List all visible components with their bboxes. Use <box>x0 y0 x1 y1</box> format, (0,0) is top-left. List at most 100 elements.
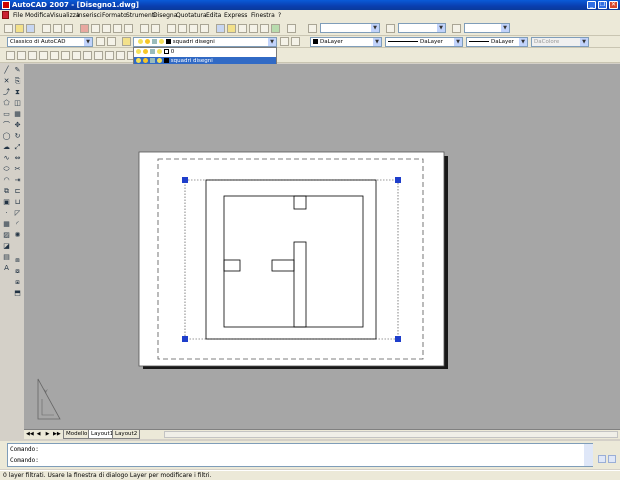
restore-button[interactable]: ❐ <box>598 1 607 9</box>
command-history[interactable]: Comando: Comando: <box>7 443 593 467</box>
polyline-icon[interactable]: ⤴ <box>2 88 11 97</box>
extend-icon[interactable]: ⇥ <box>13 176 22 185</box>
color-combo[interactable]: DaLayer ▼ <box>310 37 382 47</box>
menu-visualizza[interactable]: Visualizza <box>50 12 80 19</box>
command-maximize-icon[interactable] <box>598 455 606 463</box>
zoom-realtime-icon[interactable] <box>178 24 187 33</box>
snap-endpoint-icon[interactable] <box>28 51 37 60</box>
join-icon[interactable]: ⊔ <box>13 198 22 207</box>
copy-object-icon[interactable]: ⎘ <box>13 77 22 86</box>
menu-strumenti[interactable]: Strumenti <box>126 12 156 19</box>
snap-tangent-icon[interactable] <box>105 51 114 60</box>
grip-top-left[interactable] <box>182 177 188 183</box>
horizontal-scrollbar[interactable] <box>164 431 618 438</box>
menu-express[interactable]: Express <box>224 12 247 19</box>
snap-apparent-icon[interactable] <box>61 51 70 60</box>
layer-viewport-icon[interactable] <box>157 58 162 63</box>
dim-style-combo[interactable]: ▼ <box>398 23 446 33</box>
properties-icon[interactable] <box>216 24 225 33</box>
scale-icon[interactable]: ⤢ <box>13 143 22 152</box>
tool-palettes-icon[interactable] <box>238 24 247 33</box>
rectangle-icon[interactable]: ▭ <box>2 110 11 119</box>
arc-icon[interactable]: ⌒ <box>2 121 11 130</box>
markup-set-icon[interactable] <box>260 24 269 33</box>
block-editor-icon[interactable] <box>124 24 133 33</box>
draworder-back-icon[interactable]: ⧇ <box>13 267 22 276</box>
close-button[interactable]: ✕ <box>609 1 618 9</box>
draworder-icon[interactable]: ⧈ <box>13 256 22 265</box>
tab-prev-icon[interactable]: ◀ <box>35 431 42 438</box>
quickcalc-icon[interactable] <box>271 24 280 33</box>
layer-thaw-icon[interactable] <box>143 49 148 54</box>
draworder-front-icon[interactable]: ⧆ <box>13 278 22 287</box>
redo-icon[interactable] <box>151 24 160 33</box>
insert-block-icon[interactable]: ⧉ <box>2 187 11 196</box>
circle-icon[interactable]: ◯ <box>2 132 11 141</box>
sheet-set-icon[interactable] <box>249 24 258 33</box>
menu-disegna[interactable]: Disegna <box>153 12 177 19</box>
menu-formato[interactable]: Formato <box>102 12 127 19</box>
snap-midpoint-icon[interactable] <box>39 51 48 60</box>
help-icon[interactable] <box>287 24 296 33</box>
menu-inserisci[interactable]: Inserisci <box>77 12 102 19</box>
layer-manager-icon[interactable] <box>122 37 131 46</box>
paste-icon[interactable] <box>102 24 111 33</box>
tab-layout2[interactable]: Layout2 <box>112 430 141 439</box>
tab-first-icon[interactable]: ◀◀ <box>26 431 34 438</box>
menu-help[interactable]: ? <box>278 12 281 19</box>
text-style-icon[interactable] <box>308 24 317 33</box>
cut-icon[interactable] <box>80 24 89 33</box>
tab-next-icon[interactable]: ▶ <box>44 431 51 438</box>
layer-list-item-0[interactable]: 0 <box>134 48 276 56</box>
plot-preview-icon[interactable] <box>53 24 62 33</box>
erase-icon[interactable]: ✎ <box>13 66 22 75</box>
temp-track-icon[interactable] <box>6 51 15 60</box>
tab-modello[interactable]: Modello <box>63 430 91 439</box>
layer-thaw-icon[interactable] <box>143 58 148 63</box>
revision-cloud-icon[interactable]: ☁ <box>2 143 11 152</box>
linetype-combo[interactable]: DaLayer ▼ <box>385 37 463 47</box>
grip-bottom-right[interactable] <box>395 336 401 342</box>
menu-file[interactable]: File <box>13 12 23 19</box>
menu-quotatura[interactable]: Quotatura <box>176 12 207 19</box>
zoom-previous-icon[interactable] <box>200 24 209 33</box>
table-style-combo[interactable]: ▼ <box>464 23 510 33</box>
layer-unlock-icon[interactable] <box>150 58 155 63</box>
save-icon[interactable] <box>26 24 35 33</box>
polygon-icon[interactable]: ⬠ <box>2 99 11 108</box>
pan-icon[interactable] <box>167 24 176 33</box>
move-icon[interactable]: ✥ <box>13 121 22 130</box>
plot-icon[interactable] <box>42 24 51 33</box>
menu-edita[interactable]: Edita <box>206 12 221 19</box>
command-restore-icon[interactable] <box>608 455 616 463</box>
stretch-icon[interactable]: ⇔ <box>13 154 22 163</box>
mtext-icon[interactable]: A <box>2 264 11 273</box>
table-icon[interactable]: ▤ <box>2 253 11 262</box>
match-properties-icon[interactable] <box>113 24 122 33</box>
spline-icon[interactable]: ∿ <box>2 154 11 163</box>
menu-modifica[interactable]: Modifica <box>25 12 50 19</box>
region-icon[interactable]: ◪ <box>2 242 11 251</box>
line-icon[interactable]: ╱ <box>2 66 11 75</box>
lineweight-combo[interactable]: DaLayer ▼ <box>466 37 528 47</box>
dim-style-icon[interactable] <box>386 24 395 33</box>
point-icon[interactable]: · <box>2 209 11 218</box>
explode-icon[interactable]: ✺ <box>13 231 22 240</box>
copy-icon[interactable] <box>91 24 100 33</box>
trim-icon[interactable]: ✂ <box>13 165 22 174</box>
snap-center-icon[interactable] <box>83 51 92 60</box>
document-icon[interactable] <box>2 11 9 19</box>
workspace-combo[interactable]: Classico di AutoCAD ▼ <box>7 37 93 47</box>
fillet-icon[interactable]: ◜ <box>13 220 22 229</box>
command-line-2[interactable]: Comando: <box>10 457 39 464</box>
layer-combo[interactable]: squadri disegni ▼ <box>133 37 277 47</box>
gradient-icon[interactable]: ▨ <box>2 231 11 240</box>
drawing-canvas[interactable]: Y <box>24 64 620 429</box>
ellipse-arc-icon[interactable]: ◠ <box>2 176 11 185</box>
layer-previous-icon[interactable] <box>291 37 300 46</box>
layer-viewport-icon[interactable] <box>157 49 162 54</box>
zoom-window-icon[interactable] <box>189 24 198 33</box>
break-icon[interactable]: ⊏ <box>13 187 22 196</box>
make-object-layer-current-icon[interactable] <box>280 37 289 46</box>
plotstyle-combo[interactable]: DaColore ▼ <box>531 37 589 47</box>
